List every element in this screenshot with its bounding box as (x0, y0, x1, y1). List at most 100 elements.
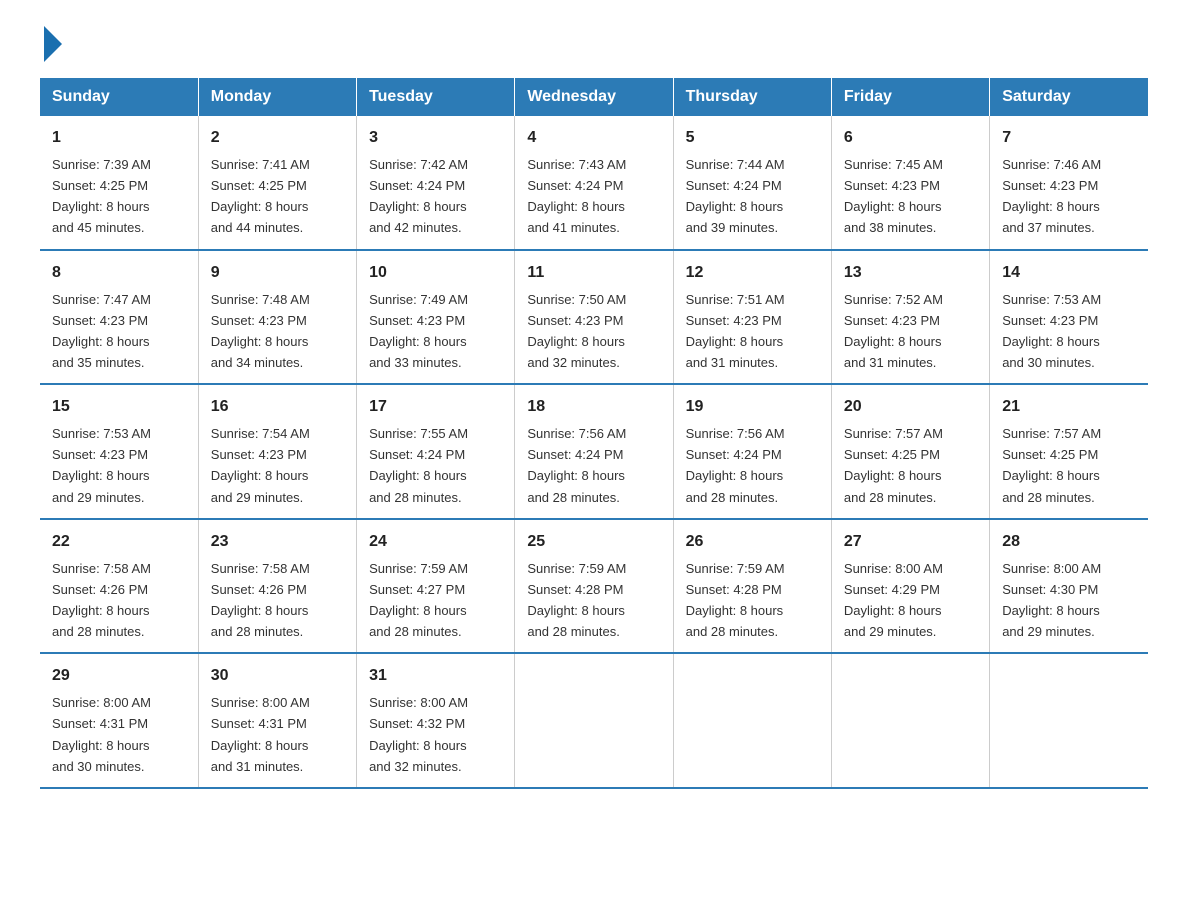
day-info: Sunrise: 7:48 AMSunset: 4:23 PMDaylight:… (211, 292, 310, 370)
calendar-week-row: 1 Sunrise: 7:39 AMSunset: 4:25 PMDayligh… (40, 116, 1148, 250)
calendar-body: 1 Sunrise: 7:39 AMSunset: 4:25 PMDayligh… (40, 116, 1148, 788)
day-number: 24 (369, 530, 502, 554)
calendar-day-cell (673, 653, 831, 788)
header-thursday: Thursday (673, 78, 831, 116)
calendar-day-cell: 21 Sunrise: 7:57 AMSunset: 4:25 PMDaylig… (990, 384, 1148, 519)
day-number: 10 (369, 261, 502, 285)
day-number: 8 (52, 261, 186, 285)
day-info: Sunrise: 7:39 AMSunset: 4:25 PMDaylight:… (52, 157, 151, 235)
header-friday: Friday (831, 78, 989, 116)
day-number: 16 (211, 395, 344, 419)
day-number: 21 (1002, 395, 1136, 419)
calendar-day-cell: 7 Sunrise: 7:46 AMSunset: 4:23 PMDayligh… (990, 116, 1148, 250)
day-number: 19 (686, 395, 819, 419)
day-info: Sunrise: 8:00 AMSunset: 4:32 PMDaylight:… (369, 695, 468, 773)
calendar-day-cell: 30 Sunrise: 8:00 AMSunset: 4:31 PMDaylig… (198, 653, 356, 788)
day-number: 20 (844, 395, 977, 419)
day-info: Sunrise: 7:45 AMSunset: 4:23 PMDaylight:… (844, 157, 943, 235)
calendar-day-cell: 11 Sunrise: 7:50 AMSunset: 4:23 PMDaylig… (515, 250, 673, 385)
calendar-day-cell: 31 Sunrise: 8:00 AMSunset: 4:32 PMDaylig… (357, 653, 515, 788)
calendar-day-cell: 5 Sunrise: 7:44 AMSunset: 4:24 PMDayligh… (673, 116, 831, 250)
calendar-day-cell: 8 Sunrise: 7:47 AMSunset: 4:23 PMDayligh… (40, 250, 198, 385)
calendar-week-row: 15 Sunrise: 7:53 AMSunset: 4:23 PMDaylig… (40, 384, 1148, 519)
day-number: 29 (52, 664, 186, 688)
day-number: 17 (369, 395, 502, 419)
day-info: Sunrise: 7:50 AMSunset: 4:23 PMDaylight:… (527, 292, 626, 370)
header-saturday: Saturday (990, 78, 1148, 116)
day-number: 23 (211, 530, 344, 554)
day-info: Sunrise: 7:59 AMSunset: 4:27 PMDaylight:… (369, 561, 468, 639)
day-info: Sunrise: 7:44 AMSunset: 4:24 PMDaylight:… (686, 157, 785, 235)
calendar-day-cell: 9 Sunrise: 7:48 AMSunset: 4:23 PMDayligh… (198, 250, 356, 385)
calendar-day-cell: 17 Sunrise: 7:55 AMSunset: 4:24 PMDaylig… (357, 384, 515, 519)
day-info: Sunrise: 8:00 AMSunset: 4:31 PMDaylight:… (211, 695, 310, 773)
day-info: Sunrise: 7:52 AMSunset: 4:23 PMDaylight:… (844, 292, 943, 370)
day-number: 31 (369, 664, 502, 688)
header-wednesday: Wednesday (515, 78, 673, 116)
day-number: 7 (1002, 126, 1136, 150)
calendar-day-cell: 26 Sunrise: 7:59 AMSunset: 4:28 PMDaylig… (673, 519, 831, 654)
calendar-day-cell (515, 653, 673, 788)
calendar-day-cell: 25 Sunrise: 7:59 AMSunset: 4:28 PMDaylig… (515, 519, 673, 654)
header-row: Sunday Monday Tuesday Wednesday Thursday… (40, 78, 1148, 116)
day-info: Sunrise: 7:41 AMSunset: 4:25 PMDaylight:… (211, 157, 310, 235)
header-monday: Monday (198, 78, 356, 116)
day-info: Sunrise: 7:56 AMSunset: 4:24 PMDaylight:… (686, 426, 785, 504)
calendar-day-cell: 23 Sunrise: 7:58 AMSunset: 4:26 PMDaylig… (198, 519, 356, 654)
logo-arrow-icon (44, 26, 62, 62)
day-info: Sunrise: 8:00 AMSunset: 4:30 PMDaylight:… (1002, 561, 1101, 639)
calendar-header: Sunday Monday Tuesday Wednesday Thursday… (40, 78, 1148, 116)
calendar-week-row: 22 Sunrise: 7:58 AMSunset: 4:26 PMDaylig… (40, 519, 1148, 654)
day-number: 18 (527, 395, 660, 419)
calendar-day-cell: 18 Sunrise: 7:56 AMSunset: 4:24 PMDaylig… (515, 384, 673, 519)
page-header (40, 30, 1148, 58)
day-info: Sunrise: 7:57 AMSunset: 4:25 PMDaylight:… (1002, 426, 1101, 504)
day-number: 9 (211, 261, 344, 285)
calendar-week-row: 8 Sunrise: 7:47 AMSunset: 4:23 PMDayligh… (40, 250, 1148, 385)
calendar-day-cell: 2 Sunrise: 7:41 AMSunset: 4:25 PMDayligh… (198, 116, 356, 250)
calendar-day-cell: 20 Sunrise: 7:57 AMSunset: 4:25 PMDaylig… (831, 384, 989, 519)
day-info: Sunrise: 7:43 AMSunset: 4:24 PMDaylight:… (527, 157, 626, 235)
calendar-day-cell (831, 653, 989, 788)
day-number: 1 (52, 126, 186, 150)
day-info: Sunrise: 7:47 AMSunset: 4:23 PMDaylight:… (52, 292, 151, 370)
day-number: 14 (1002, 261, 1136, 285)
calendar-day-cell: 28 Sunrise: 8:00 AMSunset: 4:30 PMDaylig… (990, 519, 1148, 654)
day-number: 11 (527, 261, 660, 285)
calendar-day-cell: 16 Sunrise: 7:54 AMSunset: 4:23 PMDaylig… (198, 384, 356, 519)
day-number: 30 (211, 664, 344, 688)
day-info: Sunrise: 8:00 AMSunset: 4:29 PMDaylight:… (844, 561, 943, 639)
day-info: Sunrise: 8:00 AMSunset: 4:31 PMDaylight:… (52, 695, 151, 773)
calendar-day-cell: 12 Sunrise: 7:51 AMSunset: 4:23 PMDaylig… (673, 250, 831, 385)
calendar-day-cell: 22 Sunrise: 7:58 AMSunset: 4:26 PMDaylig… (40, 519, 198, 654)
calendar-day-cell: 27 Sunrise: 8:00 AMSunset: 4:29 PMDaylig… (831, 519, 989, 654)
calendar-day-cell (990, 653, 1148, 788)
day-info: Sunrise: 7:59 AMSunset: 4:28 PMDaylight:… (686, 561, 785, 639)
day-info: Sunrise: 7:51 AMSunset: 4:23 PMDaylight:… (686, 292, 785, 370)
day-number: 25 (527, 530, 660, 554)
calendar-day-cell: 13 Sunrise: 7:52 AMSunset: 4:23 PMDaylig… (831, 250, 989, 385)
day-info: Sunrise: 7:53 AMSunset: 4:23 PMDaylight:… (52, 426, 151, 504)
day-info: Sunrise: 7:58 AMSunset: 4:26 PMDaylight:… (211, 561, 310, 639)
calendar-day-cell: 3 Sunrise: 7:42 AMSunset: 4:24 PMDayligh… (357, 116, 515, 250)
calendar-day-cell: 29 Sunrise: 8:00 AMSunset: 4:31 PMDaylig… (40, 653, 198, 788)
header-sunday: Sunday (40, 78, 198, 116)
calendar-day-cell: 6 Sunrise: 7:45 AMSunset: 4:23 PMDayligh… (831, 116, 989, 250)
day-info: Sunrise: 7:49 AMSunset: 4:23 PMDaylight:… (369, 292, 468, 370)
day-number: 26 (686, 530, 819, 554)
day-number: 2 (211, 126, 344, 150)
day-info: Sunrise: 7:53 AMSunset: 4:23 PMDaylight:… (1002, 292, 1101, 370)
calendar-day-cell: 19 Sunrise: 7:56 AMSunset: 4:24 PMDaylig… (673, 384, 831, 519)
day-info: Sunrise: 7:59 AMSunset: 4:28 PMDaylight:… (527, 561, 626, 639)
day-number: 27 (844, 530, 977, 554)
calendar-week-row: 29 Sunrise: 8:00 AMSunset: 4:31 PMDaylig… (40, 653, 1148, 788)
day-number: 22 (52, 530, 186, 554)
day-info: Sunrise: 7:46 AMSunset: 4:23 PMDaylight:… (1002, 157, 1101, 235)
calendar-table: Sunday Monday Tuesday Wednesday Thursday… (40, 78, 1148, 789)
day-number: 28 (1002, 530, 1136, 554)
header-tuesday: Tuesday (357, 78, 515, 116)
day-info: Sunrise: 7:55 AMSunset: 4:24 PMDaylight:… (369, 426, 468, 504)
day-number: 6 (844, 126, 977, 150)
day-info: Sunrise: 7:57 AMSunset: 4:25 PMDaylight:… (844, 426, 943, 504)
calendar-day-cell: 1 Sunrise: 7:39 AMSunset: 4:25 PMDayligh… (40, 116, 198, 250)
